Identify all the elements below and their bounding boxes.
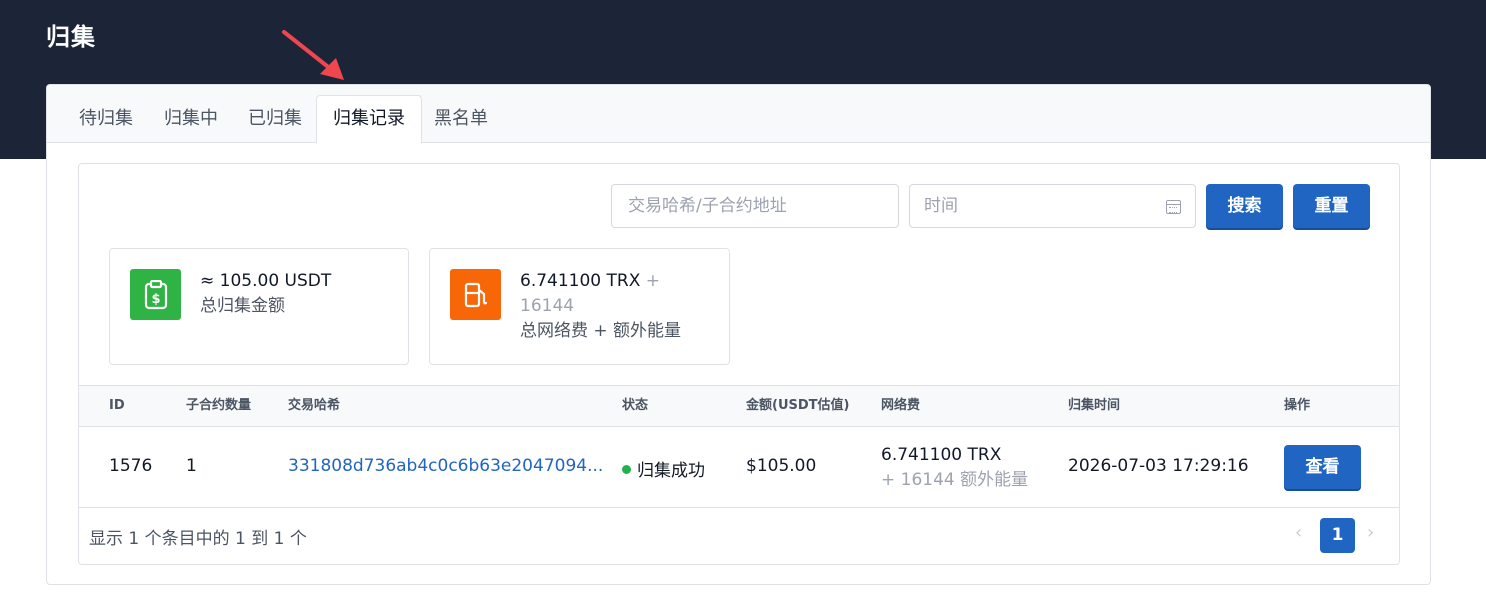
stat-total-amount: $ ≈ 105.00 USDT 总归集金额 xyxy=(109,248,409,365)
page-title: 归集 xyxy=(46,23,96,51)
tab-blacklist[interactable]: 黑名单 xyxy=(418,95,504,143)
cell-fee-value: 6.741100 TRX xyxy=(881,445,1002,465)
column-header-id: ID xyxy=(109,398,125,413)
view-button[interactable]: 查看 xyxy=(1284,445,1361,489)
cell-time: 2026-07-03 17:29:16 xyxy=(1068,456,1249,476)
stat-fee-plus: + xyxy=(645,271,661,291)
column-header-amount: 金额(USDT估值) xyxy=(746,398,850,413)
tab-collection-records[interactable]: 归集记录 xyxy=(316,95,422,144)
cell-status: 归集成功 xyxy=(622,456,705,481)
tab-in-progress[interactable]: 归集中 xyxy=(148,95,234,143)
gas-pump-icon xyxy=(450,269,501,320)
stat-amount-text: ≈ 105.00 USDT 总归集金额 xyxy=(200,269,331,319)
search-input[interactable]: 交易哈希/子合约地址 xyxy=(611,184,899,228)
cell-fee-extra: + 16144 额外能量 xyxy=(881,470,1029,490)
page-prev-button[interactable]: ‹ xyxy=(1295,522,1302,543)
table-row: 1576 1 331808d736ab4c0c6b63e2047094... 归… xyxy=(79,427,1399,508)
stat-fee-text: 6.741100 TRX + 16144 总网络费 + 额外能量 xyxy=(520,269,681,344)
tab-collected[interactable]: 已归集 xyxy=(232,95,318,143)
status-text: 归集成功 xyxy=(637,461,705,481)
column-header-action: 操作 xyxy=(1284,398,1311,413)
stat-total-fee: 6.741100 TRX + 16144 总网络费 + 额外能量 xyxy=(429,248,730,365)
column-header-fee: 网络费 xyxy=(881,398,921,413)
cell-fee: 6.741100 TRX + 16144 额外能量 xyxy=(881,443,1028,493)
stat-fee-energy: 16144 xyxy=(520,296,575,316)
cell-count: 1 xyxy=(186,456,197,476)
calendar-icon xyxy=(1166,200,1181,214)
column-header-status: 状态 xyxy=(622,398,649,413)
cell-amount: $105.00 xyxy=(746,456,817,476)
page-next-button[interactable]: › xyxy=(1367,522,1374,543)
column-header-time: 归集时间 xyxy=(1068,398,1121,413)
stat-amount-label: 总归集金额 xyxy=(200,296,285,316)
table-header: ID 子合约数量 交易哈希 状态 金额(USDT估值) 网络费 归集时间 操作 xyxy=(79,385,1399,427)
svg-text:$: $ xyxy=(151,292,160,307)
status-dot-icon xyxy=(622,464,631,474)
reset-button[interactable]: 重置 xyxy=(1293,184,1370,228)
stat-fee-label: 总网络费 + 额外能量 xyxy=(520,321,682,341)
page-number-current[interactable]: 1 xyxy=(1320,518,1355,553)
column-header-hash: 交易哈希 xyxy=(288,398,341,413)
cell-id: 1576 xyxy=(109,456,153,476)
collection-card: 待归集 归集中 已归集 归集记录 黑名单 交易哈希/子合约地址 时间 搜索 重置… xyxy=(46,84,1431,585)
clipboard-dollar-icon: $ xyxy=(130,269,181,320)
stat-fee-line: 6.741100 TRX + xyxy=(520,269,681,294)
tab-bar: 待归集 归集中 已归集 归集记录 黑名单 xyxy=(47,85,1430,144)
stat-amount-value: ≈ 105.00 USDT xyxy=(200,271,332,291)
records-panel: 交易哈希/子合约地址 时间 搜索 重置 $ ≈ 105.00 USDT 总归集金… xyxy=(78,163,1400,565)
time-picker[interactable]: 时间 xyxy=(909,184,1196,228)
stat-fee-value: 6.741100 TRX xyxy=(520,271,641,291)
time-placeholder: 时间 xyxy=(924,196,958,216)
red-arrow-icon xyxy=(282,30,344,80)
search-button[interactable]: 搜索 xyxy=(1206,184,1283,228)
cell-hash-link[interactable]: 331808d736ab4c0c6b63e2047094... xyxy=(288,456,603,476)
column-header-count: 子合约数量 xyxy=(186,398,252,413)
tab-pending[interactable]: 待归集 xyxy=(63,95,149,143)
pagination-summary: 显示 1 个条目中的 1 到 1 个 xyxy=(89,529,307,549)
